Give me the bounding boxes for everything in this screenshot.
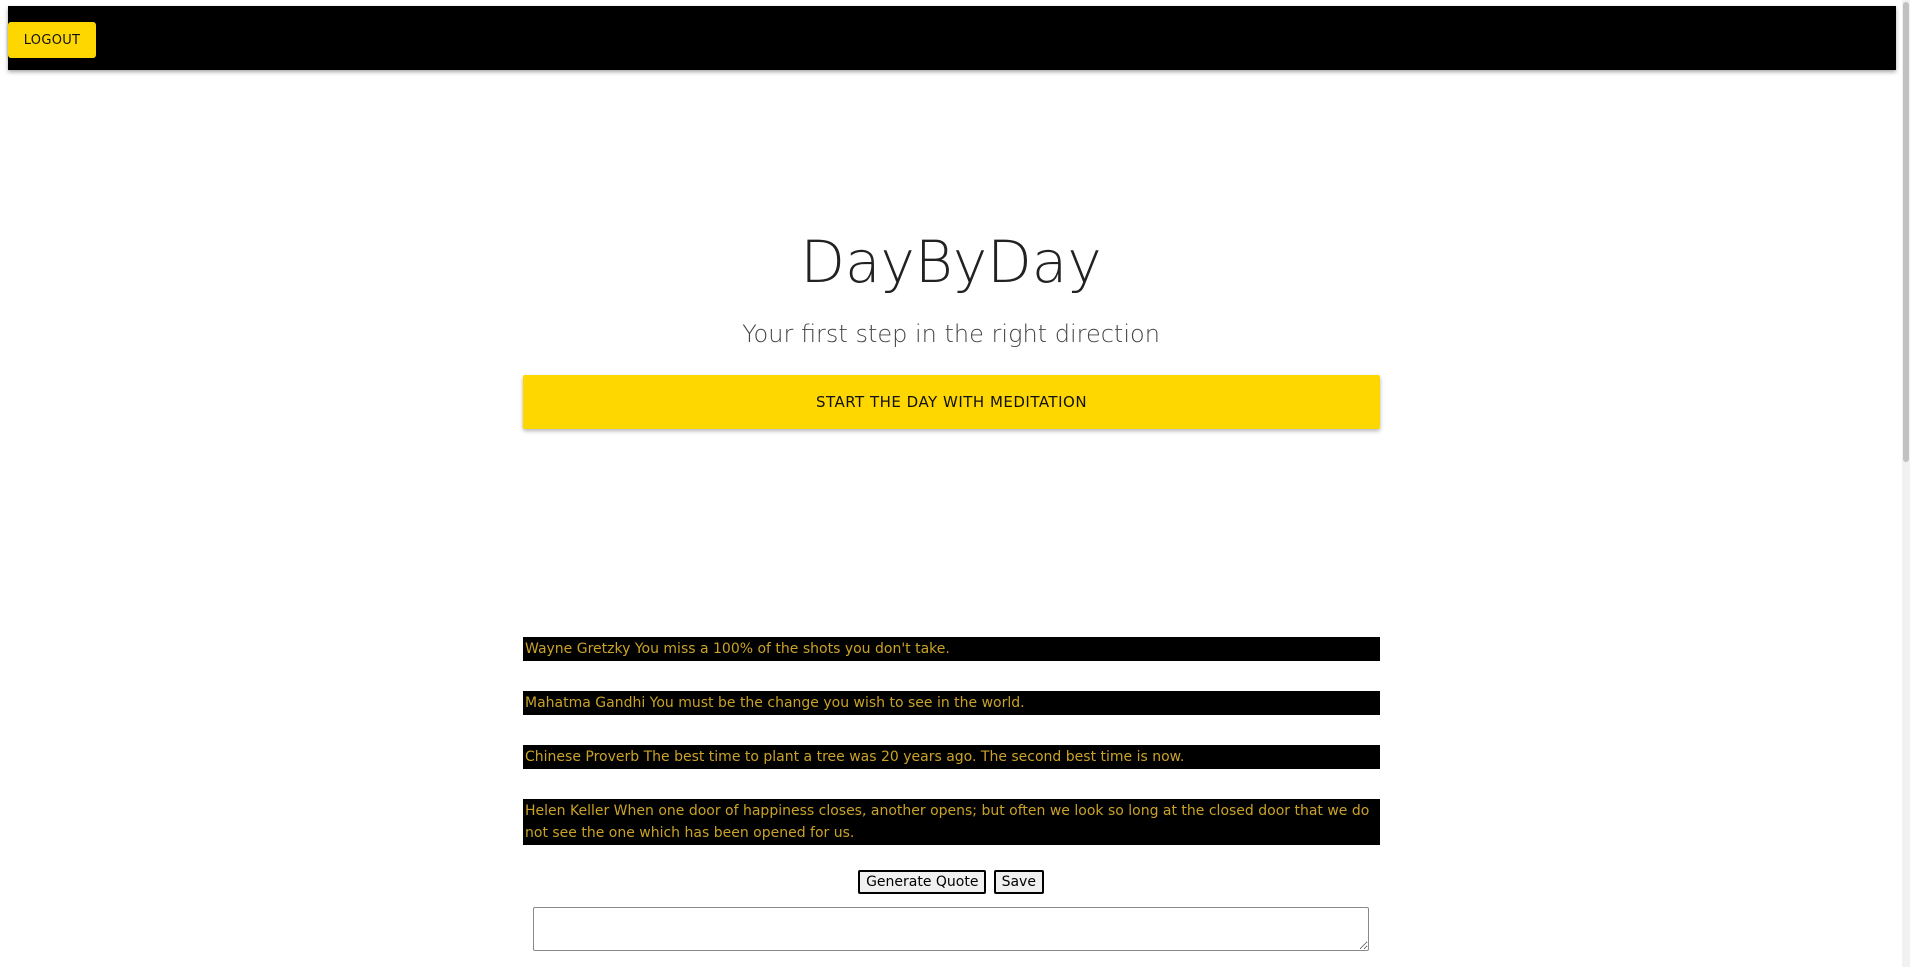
scrollbar-thumb[interactable] — [1903, 2, 1909, 462]
quote-item: Wayne Gretzky You miss a 100% of the sho… — [523, 637, 1380, 661]
quote-item: Chinese Proverb The best time to plant a… — [523, 745, 1380, 769]
quote-item: Helen Keller When one door of happiness … — [523, 799, 1380, 845]
page-subtitle: Your first step in the right direction — [742, 320, 1160, 348]
top-app-bar: LOGOUT — [8, 6, 1896, 70]
quote-list: Wayne Gretzky You miss a 100% of the sho… — [523, 637, 1380, 875]
vertical-scrollbar[interactable] — [1902, 0, 1910, 967]
logout-button[interactable]: LOGOUT — [8, 22, 96, 58]
save-button[interactable]: Save — [993, 870, 1044, 894]
notes-textarea[interactable] — [533, 907, 1369, 951]
page-title: DayByDay — [800, 228, 1102, 296]
quote-item: Mahatma Gandhi You must be the change yo… — [523, 691, 1380, 715]
quote-controls: Generate Quote Save — [0, 870, 1902, 894]
page: LOGOUT DayByDay Your first step in the r… — [0, 0, 1910, 967]
start-meditation-button[interactable]: START THE DAY WITH MEDITATION — [523, 375, 1380, 429]
generate-quote-button[interactable]: Generate Quote — [858, 870, 987, 894]
